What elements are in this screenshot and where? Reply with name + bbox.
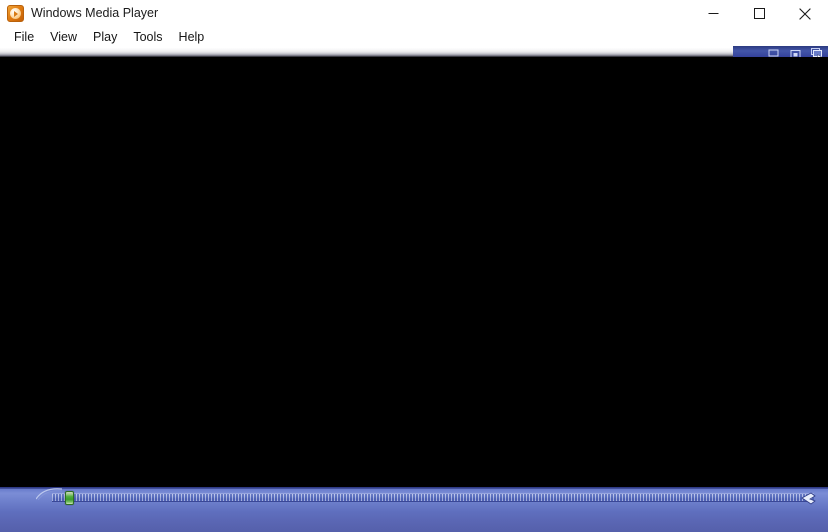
menu-bar-divider <box>0 48 828 57</box>
menu-item-play[interactable]: Play <box>85 27 125 48</box>
video-display-area[interactable] <box>0 57 828 487</box>
minimize-button[interactable] <box>690 0 736 27</box>
media-player-icon <box>7 5 24 22</box>
maximize-button[interactable] <box>736 0 782 27</box>
window-title: Windows Media Player <box>31 6 159 20</box>
media-player-icon-disc <box>10 8 21 19</box>
windows-media-player-window: Windows Media Player File View Play Tool… <box>0 0 828 532</box>
close-button[interactable] <box>782 0 828 27</box>
menu-bar: File View Play Tools Help <box>0 27 828 48</box>
menu-item-file[interactable]: File <box>6 27 42 48</box>
menu-item-view[interactable]: View <box>42 27 85 48</box>
seek-bar-thumb[interactable] <box>65 491 74 505</box>
seek-bar[interactable] <box>52 491 816 505</box>
title-bar: Windows Media Player <box>0 0 828 27</box>
menu-item-tools[interactable]: Tools <box>125 27 170 48</box>
window-controls <box>690 0 828 27</box>
seek-bar-track[interactable] <box>52 493 814 502</box>
seek-bar-end-cap <box>800 490 818 506</box>
player-control-bar <box>0 487 828 532</box>
menu-item-help[interactable]: Help <box>171 27 213 48</box>
control-bar-top-edge <box>0 487 828 489</box>
